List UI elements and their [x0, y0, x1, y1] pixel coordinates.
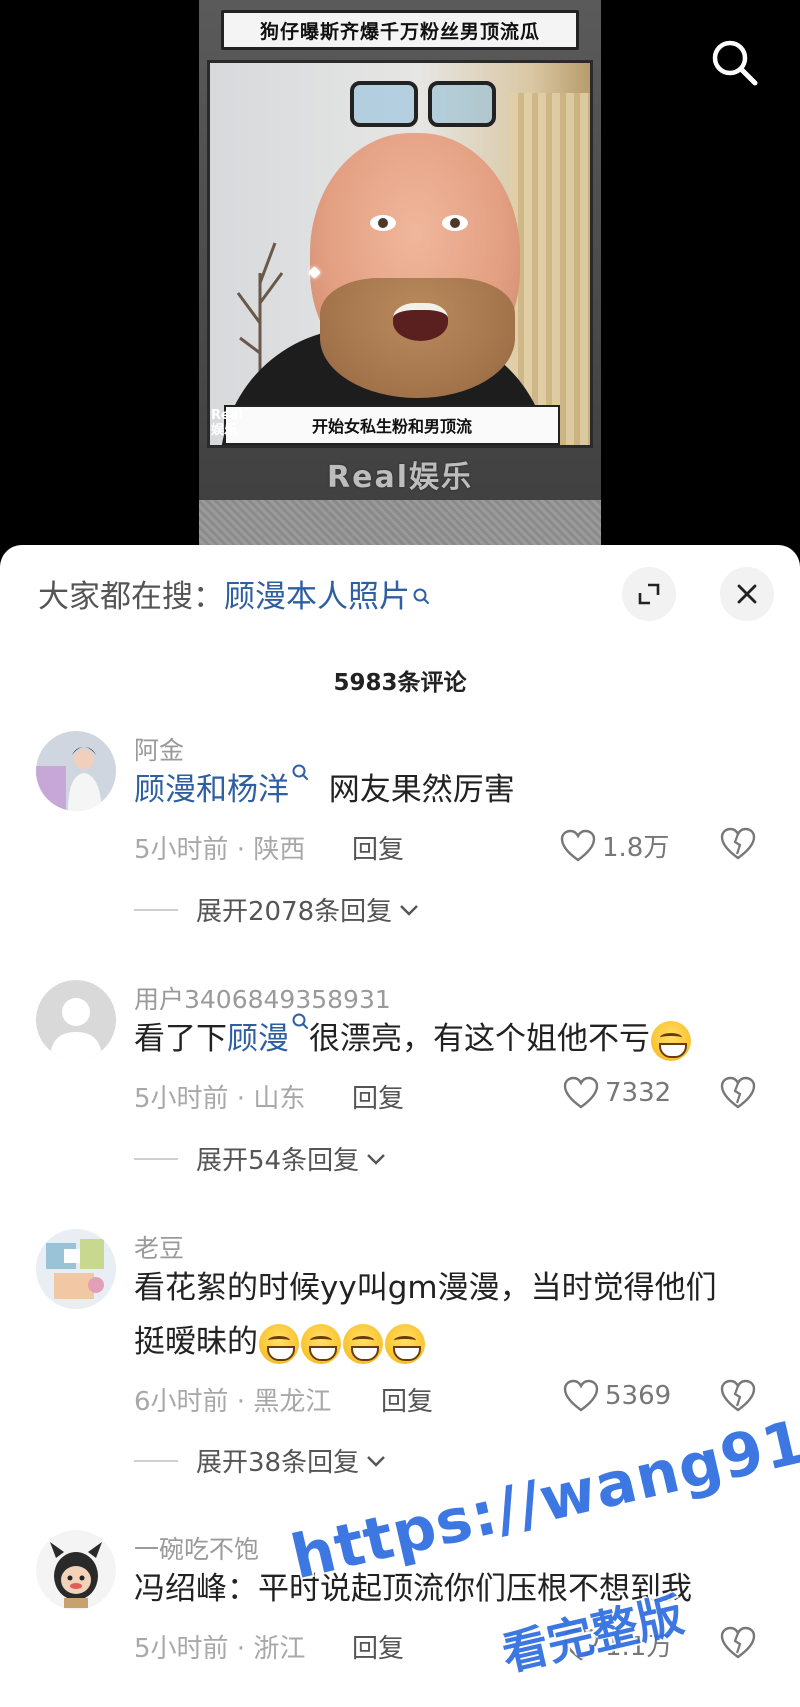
grin-emoji-icon	[651, 1020, 691, 1061]
avatar[interactable]	[36, 980, 116, 1060]
video-subtitle: 开始女私生粉和男顶流	[224, 405, 560, 445]
broken-heart-icon[interactable]	[720, 827, 756, 861]
comment-username[interactable]: 老豆	[134, 1229, 184, 1265]
photo-eye-right	[442, 215, 468, 231]
expand-replies-label: 展开54条回复	[196, 1146, 360, 1176]
trending-search-term[interactable]: 顾漫本人照片	[224, 577, 410, 617]
comment-text-line-1: 看花絮的时候yy叫gm漫漫，当时觉得他们	[134, 1270, 717, 1306]
comment-count: 5983条评论	[333, 670, 467, 696]
photo-mouth	[393, 303, 448, 341]
like-button[interactable]: 7332	[563, 1076, 671, 1110]
like-button[interactable]: 1.1万	[563, 1626, 672, 1663]
avatar[interactable]	[36, 731, 116, 811]
comment-meta: 5小时前 · 山东	[134, 1084, 306, 1114]
comment-text-rest: 很漂亮，有这个姐他不亏	[309, 1021, 650, 1057]
comment-text-pre: 看了下	[134, 1021, 227, 1057]
reply-button[interactable]: 回复	[381, 1381, 433, 1418]
comment-sheet: 大家都在搜： 顾漫本人照片 5983条评论 阿金 顾漫和杨洋 网友果然厉害 5小…	[0, 545, 800, 1707]
video-title: 狗仔曝斯齐爆千万粉丝男顶流瓜	[221, 10, 579, 50]
heart-icon	[563, 1379, 599, 1412]
photo-glasses	[350, 81, 500, 129]
heart-icon	[563, 1076, 599, 1109]
chevron-down-icon	[367, 1455, 385, 1467]
reply-button[interactable]: 回复	[352, 1628, 404, 1665]
expand-replies-label: 展开38条回复	[196, 1448, 360, 1478]
search-button[interactable]	[708, 36, 762, 90]
heart-icon	[563, 1628, 599, 1660]
comment-text-rest: 网友果然厉害	[328, 772, 515, 808]
comment-username[interactable]: 一碗吃不饱	[134, 1530, 259, 1566]
trending-search-prefix: 大家都在搜：	[38, 579, 224, 615]
comment-text-line-2-wrap: 挺暧昧的	[134, 1315, 784, 1369]
like-count: 5369	[605, 1381, 672, 1411]
broken-heart-icon[interactable]	[720, 1379, 756, 1413]
video-bottom-strip	[199, 500, 601, 550]
video-brand: Real娱乐	[327, 460, 473, 495]
search-icon	[413, 588, 429, 604]
comment-text-line-2: 挺暧昧的	[134, 1324, 258, 1360]
reply-button[interactable]: 回复	[352, 1078, 404, 1115]
comment-text: 顾漫和杨洋 网友果然厉害	[134, 763, 754, 817]
expand-button[interactable]	[622, 567, 676, 621]
avatar[interactable]	[36, 1229, 116, 1309]
expand-divider	[134, 908, 178, 911]
comment-text: 看了下顾漫 很漂亮，有这个姐他不亏	[134, 1012, 794, 1066]
chevron-down-icon	[400, 904, 419, 916]
expand-replies-button[interactable]: 展开38条回复	[134, 1442, 387, 1479]
comment-search-link[interactable]: 顾漫和杨洋	[134, 772, 289, 808]
comment-text: 冯绍峰：平时说起顶流你们压根不想到我	[134, 1571, 692, 1607]
like-button[interactable]: 1.8万	[560, 827, 669, 864]
expand-icon	[638, 583, 660, 605]
video-channel-logo: Real 娱乐	[211, 408, 261, 446]
video-player[interactable]: 狗仔曝斯齐爆千万粉丝男顶流瓜 Real 娱乐 开始女私生粉和男顶流 Real娱乐	[0, 0, 800, 560]
chevron-down-icon	[367, 1153, 385, 1165]
comment-sheet-header: 大家都在搜： 顾漫本人照片	[0, 545, 800, 640]
photo-eye-left	[370, 215, 396, 231]
broken-heart-icon[interactable]	[720, 1626, 756, 1660]
expand-divider	[134, 1459, 178, 1462]
search-icon	[712, 40, 758, 86]
grin-emoji-icon	[301, 1323, 341, 1364]
grin-emoji-icon	[259, 1323, 299, 1364]
expand-divider	[134, 1157, 178, 1160]
like-button[interactable]: 5369	[563, 1379, 671, 1413]
expand-replies-button[interactable]: 展开54条回复	[134, 1140, 387, 1177]
comment-username[interactable]: 阿金	[134, 731, 184, 767]
grin-emoji-icon	[385, 1323, 425, 1364]
close-button[interactable]	[720, 567, 774, 621]
broken-heart-icon[interactable]	[720, 1076, 756, 1110]
expand-replies-button[interactable]: 展开2078条回复	[134, 891, 420, 928]
close-icon	[737, 584, 757, 604]
comment-meta: 5小时前 · 陕西	[134, 835, 306, 865]
trending-search[interactable]: 大家都在搜： 顾漫本人照片	[38, 577, 430, 617]
comment-meta: 6小时前 · 黑龙江	[134, 1387, 332, 1417]
logo-line-2: 娱乐	[211, 423, 238, 438]
grin-emoji-icon	[343, 1323, 383, 1364]
expand-replies-label: 展开2078条回复	[196, 897, 393, 927]
comment-username[interactable]: 用户3406849358931	[134, 980, 391, 1016]
video-frame: 狗仔曝斯齐爆千万粉丝男顶流瓜 Real 娱乐 开始女私生粉和男顶流 Real娱乐	[199, 0, 601, 550]
like-count: 7332	[605, 1078, 672, 1108]
reply-button[interactable]: 回复	[352, 829, 404, 866]
like-count: 1.8万	[602, 833, 670, 863]
like-count: 1.1万	[605, 1632, 673, 1662]
heart-icon	[560, 829, 596, 861]
search-icon	[292, 764, 308, 780]
comment-search-link[interactable]: 顾漫	[227, 1021, 289, 1057]
search-icon	[292, 1013, 308, 1029]
comment-text: 看花絮的时候yy叫gm漫漫，当时觉得他们 挺暧昧的	[134, 1261, 784, 1369]
video-thumbnail	[207, 60, 593, 448]
comment-meta: 5小时前 · 浙江	[134, 1634, 306, 1664]
avatar[interactable]	[36, 1530, 116, 1610]
logo-line-1: Real	[211, 408, 244, 423]
